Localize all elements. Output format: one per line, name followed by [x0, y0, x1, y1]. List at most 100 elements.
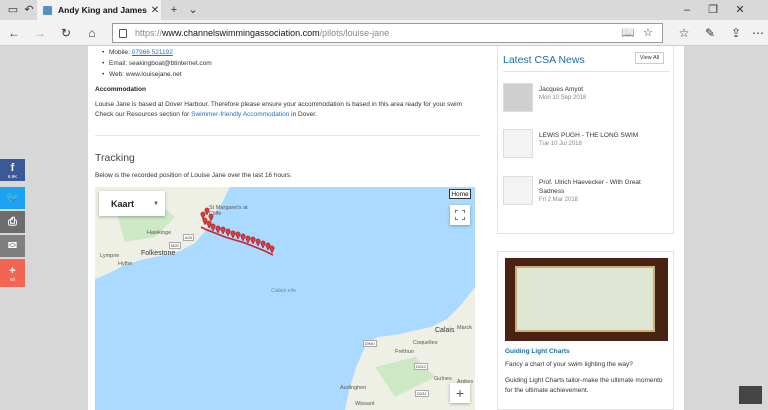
track-pin-icon[interactable]: [215, 225, 221, 234]
news-thumbnail: [503, 129, 533, 158]
new-tab-icon[interactable]: +: [167, 3, 181, 17]
fullscreen-button[interactable]: [450, 205, 470, 225]
tab-title: Andy King and James K: [58, 5, 149, 15]
url-path: /pilots/louise-jane: [319, 28, 390, 38]
track-pin-icon[interactable]: [265, 242, 271, 251]
home-icon[interactable]: ⌂: [84, 25, 100, 41]
news-title[interactable]: LEWIS PUGH - THE LONG SWIM: [539, 131, 667, 140]
browser-tab[interactable]: Andy King and James K ✕: [37, 0, 161, 20]
accommodation-text: Louise Jane is based at Dover Harbour. T…: [95, 101, 462, 108]
map-label-frethun: Fréthun: [395, 349, 414, 355]
minimize-icon[interactable]: –: [680, 3, 694, 17]
promo-line1: Fancy a chart of your swim lighting the …: [505, 361, 633, 368]
promo-title[interactable]: Guiding Light Charts: [505, 348, 570, 355]
facebook-icon: f: [10, 161, 15, 174]
news-date: Fri 2 Mar 2018: [539, 197, 579, 203]
print-button[interactable]: ⎙: [0, 211, 25, 233]
guiding-light-chart-image[interactable]: [505, 258, 668, 341]
map-type-label: Kaart: [111, 198, 135, 209]
road-d243: D243: [414, 363, 428, 370]
promo-card: Guiding Light Charts Fancy a chart of yo…: [497, 251, 674, 410]
track-pin-icon[interactable]: [250, 236, 256, 245]
road-m20: M20: [169, 242, 181, 249]
map-label-st-margarets: St Margaret's at Cliffe: [209, 205, 248, 217]
tab-list-icon[interactable]: ▭: [6, 3, 20, 17]
contact-mobile: Mobile: 07966 521192: [102, 49, 173, 56]
share-icon[interactable]: ⇪: [728, 25, 744, 41]
section-divider: [95, 135, 480, 136]
map-label-audinghen: Audinghen: [340, 385, 367, 391]
track-pin-icon[interactable]: [220, 226, 226, 235]
favorite-star-icon[interactable]: ☆: [643, 26, 653, 39]
tab-dropdown-icon[interactable]: ⌄: [186, 3, 200, 17]
scroll-to-top-button[interactable]: [739, 386, 762, 404]
accommodation-resources: Check our Resources section for Swimmer-…: [95, 111, 317, 118]
tracking-description: Below is the recorded position of Louise…: [95, 172, 292, 179]
promo-line2: Guiding Light Charts tailor-make the ult…: [505, 377, 663, 394]
track-pin-icon[interactable]: [225, 228, 231, 237]
mobile-link[interactable]: 07966 521192: [132, 49, 173, 56]
news-card: Latest CSA News View All Jacques Amyot M…: [497, 46, 674, 234]
view-all-button[interactable]: View All: [635, 52, 664, 64]
map-label-marck: Marck: [457, 325, 472, 331]
map-label-wissant: Wissant: [355, 401, 375, 407]
track-pin-icon[interactable]: [255, 238, 261, 247]
contact-email: Email: seakingboat@btinternet.com: [102, 60, 212, 67]
facebook-count: 6.9K: [7, 173, 18, 179]
news-divider: [503, 71, 669, 72]
back-tabs-icon[interactable]: ↶: [22, 3, 36, 17]
reading-view-icon[interactable]: 📖: [621, 26, 635, 39]
contact-web: Web: www.louisejane.net: [102, 71, 181, 78]
plus-icon: +: [9, 264, 16, 277]
track-pin-icon[interactable]: [206, 220, 212, 229]
maximize-icon[interactable]: ❐: [706, 3, 720, 17]
map-label-folkestone: Folkestone: [141, 250, 176, 257]
refresh-icon[interactable]: ↻: [58, 25, 74, 41]
news-title[interactable]: Prof. Ulrich Haevecker - With Great Sadn…: [539, 178, 667, 196]
map-label-hythe: Hythe: [118, 261, 133, 267]
track-pin-icon[interactable]: [235, 231, 241, 240]
close-tab-icon[interactable]: ✕: [149, 5, 161, 16]
track-pin-icon[interactable]: [269, 245, 275, 254]
tracking-heading: Tracking: [95, 152, 135, 164]
url-prefix: https://: [135, 28, 163, 38]
facebook-share-button[interactable]: f 6.9K: [0, 159, 25, 181]
news-heading: Latest CSA News: [503, 54, 585, 66]
framed-chart-picture: [515, 266, 655, 332]
back-arrow-icon[interactable]: ←: [6, 25, 22, 41]
envelope-icon: ✉: [7, 240, 18, 252]
zoom-in-button[interactable]: +: [450, 383, 470, 403]
track-pin-icon[interactable]: [260, 240, 266, 249]
twitter-share-button[interactable]: 🐦: [0, 187, 25, 209]
map-label-calais-vile: Calais vile: [271, 288, 297, 294]
map-label-coquelles: Coquelles: [413, 340, 438, 346]
news-item[interactable]: Prof. Ulrich Haevecker - With Great Sadn…: [503, 176, 669, 216]
map-type-select[interactable]: Kaart ▼: [99, 191, 165, 216]
sidebar: Latest CSA News View All Jacques Amyot M…: [497, 46, 674, 410]
news-item[interactable]: LEWIS PUGH - THE LONG SWIM Tue 10 Jul 20…: [503, 129, 669, 161]
accommodation-heading: Accommodation: [95, 86, 146, 93]
favorites-hub-icon[interactable]: ☆: [676, 25, 692, 41]
track-pin-icon[interactable]: [240, 233, 246, 242]
close-window-icon[interactable]: ✕: [733, 3, 747, 17]
url-domain: www.channelswimmingassociation.com: [162, 28, 320, 38]
news-date: Tue 10 Jul 2018: [539, 141, 582, 147]
tracking-map[interactable]: St Margaret's at Cliffe Hawkinge Folkest…: [95, 187, 475, 410]
more-menu-icon[interactable]: ⋯: [750, 25, 766, 41]
track-pin-icon[interactable]: [245, 235, 251, 244]
email-share-button[interactable]: ✉: [0, 235, 25, 257]
accommodation-link[interactable]: Swimmer-friendly Accommodation: [191, 111, 289, 118]
map-home-button[interactable]: Home: [449, 189, 471, 199]
news-title[interactable]: Jacques Amyot: [539, 85, 667, 94]
notes-pen-icon[interactable]: ✎: [702, 25, 718, 41]
map-label-hawkinge: Hawkinge: [147, 230, 172, 236]
track-pin-icon[interactable]: [230, 230, 236, 239]
track-pin-icon[interactable]: [210, 223, 216, 232]
address-bar[interactable]: https:// www.channelswimmingassociation.…: [112, 23, 663, 43]
news-thumbnail: [503, 83, 533, 112]
news-item[interactable]: Jacques Amyot Mon 10 Sep 2018: [503, 83, 669, 115]
lock-icon: [119, 28, 127, 38]
forward-arrow-icon[interactable]: →: [32, 25, 48, 41]
more-share-button[interactable]: + 60: [0, 259, 25, 287]
printer-icon: ⎙: [8, 216, 17, 228]
